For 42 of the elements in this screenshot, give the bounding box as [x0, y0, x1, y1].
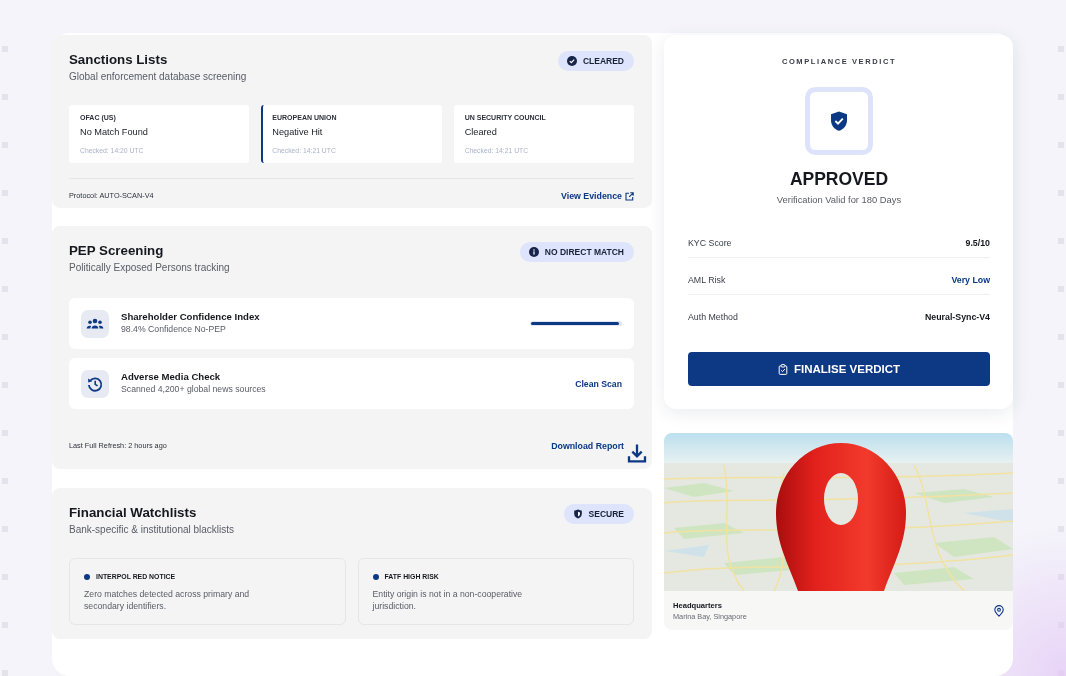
info-icon — [528, 247, 539, 257]
validity-label: Verification Valid for 180 Days — [776, 193, 902, 206]
clipboard-check-icon — [777, 363, 788, 375]
metric-label: Auth Method — [688, 312, 738, 322]
people-icon — [81, 309, 109, 338]
dot-icon — [84, 574, 90, 580]
finalise-verdict-button[interactable]: FINALISE VERDICT — [688, 352, 990, 386]
card-title: Financial Watchlists — [69, 504, 197, 522]
check-title: Shareholder Confidence Index — [121, 309, 260, 323]
card-subtitle: Global enforcement database screening — [69, 70, 247, 84]
shield-check-icon — [805, 87, 873, 155]
status-label: Clean Scan — [575, 378, 622, 389]
watchlist-description: Entity origin is not in a non-cooperative jurisdiction. — [372, 588, 524, 612]
metric-label: KYC Score — [688, 238, 732, 248]
view-evidence-link[interactable]: View Evidence — [561, 190, 634, 202]
card-title: Sanctions Lists — [69, 51, 168, 69]
metric-value: Neural-Sync-V4 — [924, 312, 990, 322]
metric-value: Very Low — [951, 275, 990, 285]
card-subtitle: Politically Exposed Persons tracking — [69, 261, 230, 275]
check-detail: 98.4% Confidence No-PEP — [121, 322, 226, 335]
dot-icon — [372, 574, 379, 580]
badge-label: SECURE — [588, 509, 624, 519]
shield-icon — [572, 509, 583, 519]
metric-value: 9.5/10 — [965, 238, 990, 248]
history-icon — [81, 369, 109, 398]
badge-label: NO DIRECT MATCH — [544, 247, 624, 257]
download-report-link[interactable]: Download Report — [551, 440, 647, 463]
card-title: PEP Screening — [69, 242, 164, 260]
check-circle-icon — [566, 56, 577, 66]
badge-label: CLEARED — [582, 56, 624, 66]
verdict-status: APPROVED — [789, 168, 889, 190]
metric-label: AML Risk — [688, 275, 726, 285]
card-subtitle: Bank-specific & institutional blacklists — [69, 523, 235, 537]
check-detail: Scanned 4,200+ global news sources — [121, 382, 266, 395]
check-title: Adverse Media Check — [121, 369, 221, 383]
location-pin-icon — [994, 604, 1004, 617]
source-result: No Match Found — [80, 126, 148, 138]
source-result: Cleared — [464, 126, 497, 138]
external-link-icon — [625, 191, 634, 201]
download-icon — [627, 443, 647, 463]
source-result: Negative Hit — [272, 126, 323, 138]
watchlist-description: Zero matches detected across primary and secondary identifiers. — [84, 588, 251, 612]
